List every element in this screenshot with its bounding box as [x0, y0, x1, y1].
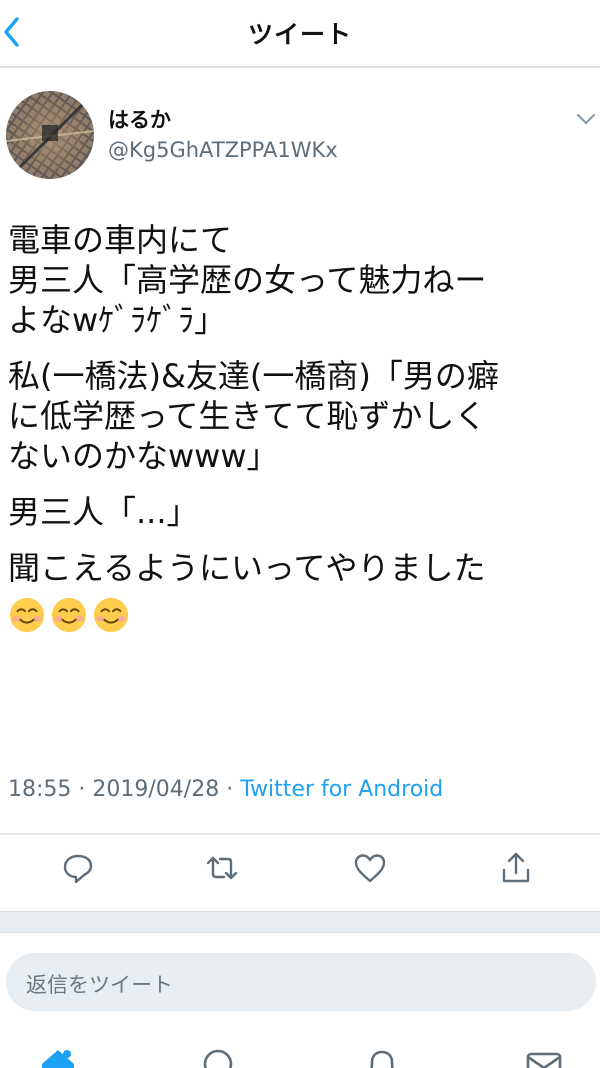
nav-notifications[interactable]: [362, 1044, 402, 1068]
reply-input[interactable]: 返信をツイート: [6, 953, 596, 1011]
chevron-down-icon: [577, 114, 595, 124]
section-separator: [0, 911, 600, 933]
like-button[interactable]: [352, 850, 392, 890]
tweet-paragraph: 聞こえるようにいってやりました: [8, 549, 486, 587]
tweet-time: 18:55: [8, 777, 72, 802]
share-icon: [502, 852, 530, 883]
nav-messages[interactable]: [524, 1044, 564, 1068]
smiling-face-emoji: [51, 597, 87, 633]
like-icon: [354, 854, 386, 883]
divider: [0, 833, 600, 835]
messages-icon: [526, 1052, 562, 1068]
avatar-aerial-city-icon: [6, 91, 94, 179]
bottom-navigation: [0, 1040, 600, 1068]
tweet-date: 2019/04/28: [92, 777, 220, 802]
notifications-icon: [370, 1050, 394, 1068]
share-button[interactable]: [498, 850, 538, 890]
action-bar: [0, 850, 600, 896]
meta-separator: ·: [78, 777, 86, 802]
tweet-body: 電車の車内にて 男三人「高学歴の女って魅力ねー よなwｹﾞﾗｹﾞﾗ」 私(一橋法…: [8, 220, 596, 634]
reply-placeholder: 返信をツイート: [26, 973, 173, 997]
tweet-meta: 18:55 · 2019/04/28 · Twitter for Android: [8, 777, 443, 802]
tweet-paragraph: 私(一橋法)&友達(一橋商)「男の癖 に低学歴って生きてて恥ずかしく ないのかな…: [8, 357, 499, 475]
reply-button[interactable]: [60, 850, 100, 890]
smiling-face-emoji: [93, 597, 129, 633]
page-title: ツイート: [247, 20, 352, 49]
user-handle[interactable]: @Kg5GhATZPPA1WKx: [108, 138, 338, 162]
client-link[interactable]: Twitter for Android: [240, 777, 443, 802]
reply-icon: [63, 854, 93, 884]
home-icon: [42, 1050, 74, 1068]
search-icon: [203, 1049, 233, 1068]
nav-search[interactable]: [200, 1044, 240, 1068]
nav-home[interactable]: [38, 1044, 78, 1068]
top-bar: ツイート: [0, 0, 600, 68]
more-options-button[interactable]: [575, 110, 597, 128]
retweet-icon: [206, 856, 238, 880]
smiling-face-emoji: [9, 597, 45, 633]
avatar[interactable]: [6, 91, 94, 179]
emoji-row: [8, 596, 596, 634]
meta-separator: ·: [226, 777, 234, 802]
display-name[interactable]: はるか: [108, 104, 171, 134]
tweet-paragraph: 電車の車内にて 男三人「高学歴の女って魅力ねー よなwｹﾞﾗｹﾞﾗ」: [8, 221, 487, 339]
retweet-button[interactable]: [204, 850, 244, 890]
tweet-paragraph: 男三人「...」: [8, 493, 199, 531]
